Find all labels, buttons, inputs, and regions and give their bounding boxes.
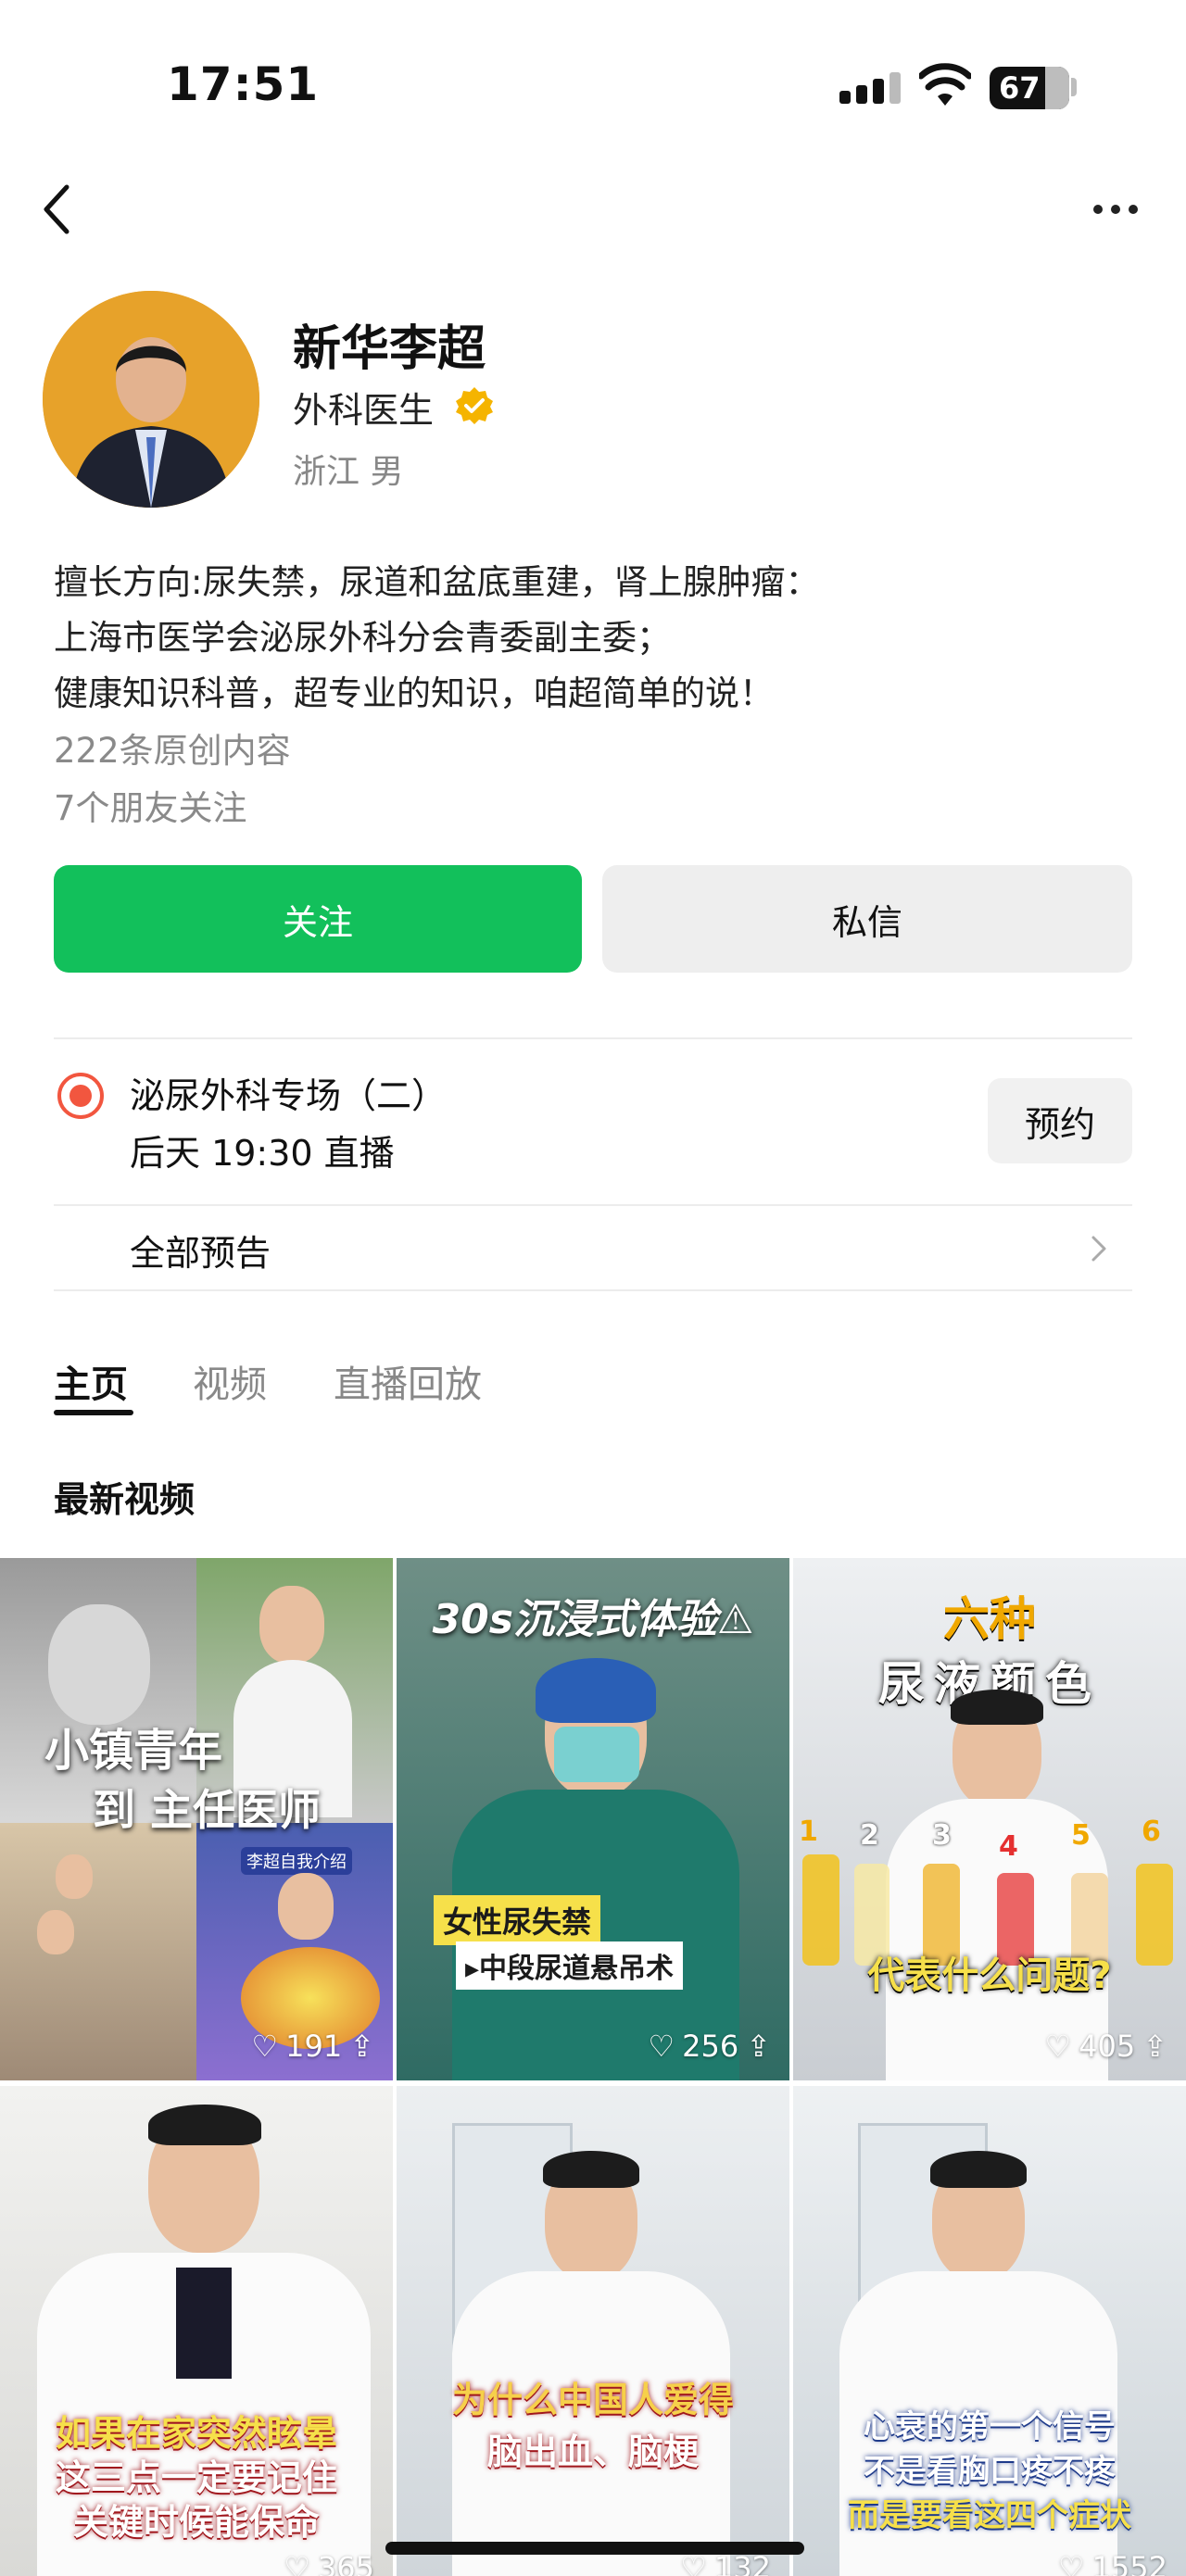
profile-location: 浙江 男 [293, 453, 404, 491]
bio-line: 上海市医学会泌尿外科分会青委副主委； [54, 618, 671, 658]
video-caption: 如果在家突然眩晕 [55, 2413, 337, 2454]
bio-line: 健康知识科普，超专业的知识，咱超简单的说！ [54, 673, 774, 713]
video-tile[interactable]: 心衰的第一个信号 不是看胸口疼不疼 而是要看这四个症状 ♡ 1552 [793, 2086, 1186, 2576]
status-bar: 17:51 67 [0, 0, 1186, 139]
bottle-number: 1 [799, 1816, 818, 1848]
like-count: 191 [285, 2029, 343, 2064]
video-subtitle: 女性尿失禁 [434, 1895, 601, 1945]
original-content-count[interactable]: 222条原创内容 [54, 723, 291, 773]
heart-icon: ♡ [648, 2029, 675, 2064]
video-caption: 小镇青年 [44, 1725, 223, 1777]
all-previews-link[interactable]: 全部预告 [130, 1225, 271, 1275]
bottle-number: 3 [932, 1819, 952, 1852]
video-stats: ♡ 1552 [1058, 2550, 1167, 2576]
like-count: 365 [317, 2550, 374, 2576]
video-caption: 六种 [943, 1592, 1036, 1646]
video-caption-2: 不是看胸口疼不疼 [864, 2453, 1116, 2490]
video-caption-2: 到 主任医师 [93, 1785, 322, 1835]
like-count: 1552 [1091, 2550, 1167, 2576]
profile-name: 新华李超 [293, 321, 486, 377]
video-caption-2: 这三点一定要记住 [55, 2457, 337, 2498]
video-caption-3: 而是要看这四个症状 [848, 2497, 1131, 2534]
follow-button[interactable]: 关注 [54, 865, 582, 973]
active-tab-indicator [54, 1410, 133, 1415]
share-icon[interactable]: ⇪ [746, 2029, 771, 2064]
tab-home[interactable]: 主页 [54, 1354, 128, 1408]
doctor-portrait-icon [43, 291, 259, 508]
video-caption-3: 代表什么问题? [867, 1954, 1112, 1997]
back-arrow-icon[interactable] [39, 182, 76, 237]
video-tag: 李超自我介绍 [241, 1847, 352, 1875]
divider [54, 1204, 1132, 1206]
video-tile[interactable]: 如果在家突然眩晕 这三点一定要记住 关键时候能保命 ♡ 365 [0, 2086, 393, 2576]
live-title: 泌尿外科专场（二） [130, 1075, 448, 1116]
video-tile[interactable]: 为什么中国人爱得 脑出血、脑梗 ♡ 132 [397, 2086, 789, 2576]
cellular-signal-icon [839, 72, 901, 104]
video-tile[interactable]: 六种 尿液颜色 1 2 3 4 5 6 代表什么问题? ♡ 405 ⇪ [793, 1558, 1186, 2080]
like-count: 405 [1079, 2029, 1136, 2064]
verified-badge-icon [456, 387, 493, 424]
video-subtitle-2: ▸中段尿道悬吊术 [456, 1941, 684, 1990]
chevron-right-icon[interactable] [1090, 1234, 1108, 1263]
video-grid: 小镇青年 到 主任医师 李超自我介绍 ♡ 191 ⇪ 30s沉浸式体验⚠ 女性尿… [0, 1558, 1186, 2576]
tab-videos[interactable]: 视频 [193, 1354, 267, 1408]
video-caption-3: 关键时候能保命 [72, 2502, 320, 2543]
live-indicator-icon [57, 1073, 104, 1119]
battery-level: 67 [999, 70, 1041, 106]
bottle-number: 6 [1142, 1816, 1161, 1848]
heart-icon: ♡ [1044, 2029, 1072, 2064]
wifi-icon [919, 63, 971, 106]
bottle-number: 4 [999, 1830, 1018, 1863]
home-indicator[interactable] [385, 2542, 804, 2555]
friends-following-count[interactable]: 7个朋友关注 [54, 780, 247, 830]
video-stats: ♡ 365 [284, 2550, 374, 2576]
section-title: 最新视频 [54, 1479, 196, 1520]
video-stats: ♡ 405 ⇪ [1044, 2029, 1167, 2064]
bio-line: 擅长方向:尿失禁，尿道和盆底重建，肾上腺肿瘤： [54, 562, 820, 602]
live-time: 后天 19:30 直播 [130, 1133, 395, 1174]
more-options-icon[interactable] [1093, 202, 1138, 217]
profile-title: 外科医生 [293, 390, 435, 431]
reserve-button[interactable]: 预约 [988, 1078, 1132, 1163]
tab-live-replay[interactable]: 直播回放 [334, 1354, 482, 1408]
video-stats: ♡ 256 ⇪ [648, 2029, 771, 2064]
video-caption: 心衰的第一个信号 [864, 2408, 1116, 2445]
video-tile[interactable]: 小镇青年 到 主任医师 李超自我介绍 ♡ 191 ⇪ [0, 1558, 393, 2080]
video-caption: 为什么中国人爱得 [451, 2380, 734, 2420]
heart-icon: ♡ [1057, 2550, 1085, 2576]
bottle-number: 5 [1071, 1819, 1091, 1852]
bottle-number: 2 [860, 1819, 879, 1852]
video-stats: ♡ 191 ⇪ [251, 2029, 374, 2064]
heart-icon: ♡ [251, 2029, 279, 2064]
share-icon[interactable]: ⇪ [349, 2029, 374, 2064]
divider [54, 1289, 1132, 1291]
video-caption: 30s沉浸式体验⚠ [432, 1596, 754, 1643]
divider [54, 1037, 1132, 1039]
video-caption-2: 脑出血、脑梗 [486, 2431, 699, 2472]
message-button[interactable]: 私信 [602, 865, 1132, 973]
avatar[interactable] [43, 291, 259, 508]
heart-icon: ♡ [284, 2550, 310, 2576]
share-icon[interactable]: ⇪ [1142, 2029, 1167, 2064]
status-time: 17:51 [167, 57, 320, 111]
battery-icon: 67 [990, 67, 1069, 109]
video-tile[interactable]: 30s沉浸式体验⚠ 女性尿失禁 ▸中段尿道悬吊术 ♡ 256 ⇪ [397, 1558, 789, 2080]
like-count: 256 [682, 2029, 739, 2064]
